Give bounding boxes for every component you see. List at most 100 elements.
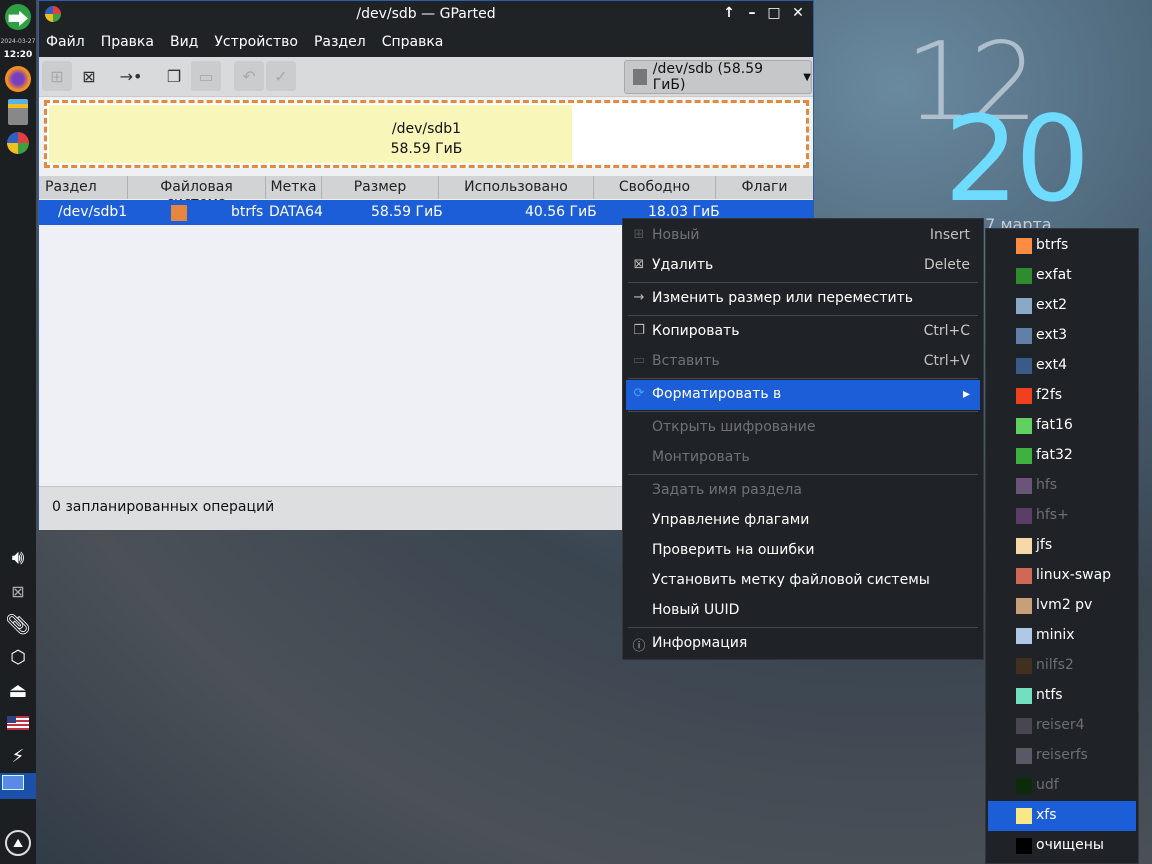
column-flags[interactable]: Флаги: [716, 176, 813, 199]
format-option-nilfs2[interactable]: nilfs2: [988, 651, 1136, 681]
menu-item-label: Форматировать в: [652, 386, 782, 402]
format-option--[interactable]: очищены: [988, 831, 1136, 861]
column-size[interactable]: Размер: [322, 176, 439, 199]
format-option-exfat[interactable]: exfat: [988, 261, 1136, 291]
network-disconnected-icon[interactable]: ⊠: [5, 578, 31, 604]
format-option-hfs-[interactable]: hfs+: [988, 501, 1136, 531]
context-menu-item[interactable]: Проверить на ошибки: [626, 536, 980, 566]
title-bar[interactable]: /dev/sdb — GParted ↑ – □ ✕: [39, 1, 813, 29]
menu-edit[interactable]: Правка: [101, 29, 163, 57]
format-option-label: udf: [1036, 777, 1059, 793]
device-selector[interactable]: /dev/sdb (58.59 ГиБ) ▼: [624, 60, 812, 94]
menu-file[interactable]: Файл: [46, 29, 94, 57]
column-partition[interactable]: Раздел: [39, 176, 128, 199]
menu-partition[interactable]: Раздел: [314, 29, 375, 57]
gparted-icon[interactable]: [7, 132, 29, 154]
filesystem-color-swatch: [1016, 418, 1032, 434]
cell-filesystem: btrfs: [231, 204, 264, 220]
filesystem-color-swatch: [1016, 688, 1032, 704]
clipboard-icon[interactable]: 📎︎: [5, 611, 31, 637]
context-menu-item[interactable]: Установить метку файловой системы: [626, 566, 980, 596]
paste-button[interactable]: ▭: [191, 61, 221, 91]
menu-help[interactable]: Справка: [382, 29, 453, 57]
filesystem-color-swatch: [1016, 238, 1032, 254]
resize-icon: →: [633, 290, 645, 305]
context-menu-item[interactable]: ▭ Вставить Ctrl+V: [626, 347, 980, 377]
format-option-ntfs[interactable]: ntfs: [988, 681, 1136, 711]
format-option-reiserfs[interactable]: reiserfs: [988, 741, 1136, 771]
volume-icon[interactable]: 🔊︎: [5, 544, 31, 570]
context-menu-item[interactable]: Задать имя раздела: [626, 476, 980, 506]
filesystem-color-swatch: [1016, 478, 1032, 494]
menu-view[interactable]: Вид: [170, 29, 207, 57]
context-menu-item[interactable]: Монтировать: [626, 443, 980, 473]
firefox-icon[interactable]: [5, 66, 31, 92]
maximize-icon[interactable]: □: [764, 5, 784, 21]
cell-used: 40.56 ГиБ: [525, 204, 597, 220]
format-option-linux-swap[interactable]: linux-swap: [988, 561, 1136, 591]
format-option-lvm2-pv[interactable]: lvm2 pv: [988, 591, 1136, 621]
apply-button[interactable]: ✓: [266, 61, 296, 91]
resize-move-button[interactable]: →•: [116, 61, 146, 91]
filesystem-color-swatch: [1016, 658, 1032, 674]
format-option-fat32[interactable]: fat32: [988, 441, 1136, 471]
menu-item-shortcut: Insert: [929, 227, 970, 243]
copy-button[interactable]: ❐: [159, 61, 189, 91]
format-option-jfs[interactable]: jfs: [988, 531, 1136, 561]
workspace-switcher[interactable]: [0, 773, 36, 799]
graph-partition-size: 58.59 ГиБ: [390, 141, 463, 157]
format-option-f2fs[interactable]: f2fs: [988, 381, 1136, 411]
package-icon[interactable]: ⬡: [5, 644, 31, 670]
context-menu-item[interactable]: Открыть шифрование: [626, 413, 980, 443]
format-option-minix[interactable]: minix: [988, 621, 1136, 651]
partition-graph[interactable]: /dev/sdb1 58.59 ГиБ: [44, 100, 809, 168]
panel-time[interactable]: 12:20: [0, 50, 36, 60]
format-option-fat16[interactable]: fat16: [988, 411, 1136, 441]
menu-item-shortcut: Ctrl+C: [923, 323, 970, 339]
filesystem-color-swatch: [1016, 718, 1032, 734]
delete-partition-button[interactable]: ⊠: [74, 61, 104, 91]
paste-icon: ▭: [632, 353, 646, 368]
context-menu-item[interactable]: → Изменить размер или переместить: [626, 284, 980, 314]
disk-icon: [633, 69, 647, 85]
context-menu-item[interactable]: ⓘ Информация: [626, 629, 980, 659]
battery-charging-icon[interactable]: ⚡: [5, 743, 31, 769]
format-option-ext3[interactable]: ext3: [988, 321, 1136, 351]
format-option-label: очищены: [1036, 837, 1104, 853]
format-option-btrfs[interactable]: btrfs: [988, 231, 1136, 261]
format-option-label: linux-swap: [1036, 567, 1112, 583]
us-flag-icon[interactable]: [7, 716, 29, 730]
format-option-xfs[interactable]: xfs: [988, 801, 1136, 831]
format-option-udf[interactable]: udf: [988, 771, 1136, 801]
logout-icon[interactable]: ⮕: [5, 4, 31, 31]
format-option-label: reiser4: [1036, 717, 1085, 733]
format-option-ext4[interactable]: ext4: [988, 351, 1136, 381]
context-menu-item[interactable]: Новый UUID: [626, 596, 980, 626]
keep-above-icon[interactable]: ↑: [719, 5, 739, 21]
column-label[interactable]: Метка: [266, 176, 322, 199]
format-option-reiser4[interactable]: reiser4: [988, 711, 1136, 741]
eject-icon[interactable]: ⏏: [5, 677, 31, 703]
column-filesystem[interactable]: Файловая система: [128, 176, 266, 211]
context-menu-item[interactable]: Управление флагами: [626, 506, 980, 536]
start-menu-icon[interactable]: ⛰: [5, 830, 31, 856]
column-free[interactable]: Свободно: [594, 176, 716, 199]
workspace-icon[interactable]: [2, 775, 24, 790]
menu-device[interactable]: Устройство: [214, 29, 307, 57]
context-menu-item[interactable]: ⟳ Форматировать в ▸: [626, 380, 980, 410]
minimize-icon[interactable]: –: [742, 5, 762, 21]
menu-item-label: Монтировать: [652, 449, 750, 465]
new-partition-button[interactable]: ⊞: [42, 61, 72, 91]
format-option-hfs[interactable]: hfs: [988, 471, 1136, 501]
column-used[interactable]: Использовано: [439, 176, 594, 199]
cell-label: DATA64: [269, 204, 323, 220]
context-menu-item[interactable]: ❐ Копировать Ctrl+C: [626, 317, 980, 347]
context-menu-item[interactable]: ⊞ Новый Insert: [626, 221, 980, 251]
context-menu-item[interactable]: ⊠ Удалить Delete: [626, 251, 980, 281]
close-icon[interactable]: ✕: [788, 5, 808, 21]
file-manager-icon[interactable]: [8, 99, 28, 125]
format-option-label: nilfs2: [1036, 657, 1074, 673]
format-option-ext2[interactable]: ext2: [988, 291, 1136, 321]
filesystem-color-swatch: [1016, 298, 1032, 314]
undo-button[interactable]: ↶: [234, 61, 264, 91]
